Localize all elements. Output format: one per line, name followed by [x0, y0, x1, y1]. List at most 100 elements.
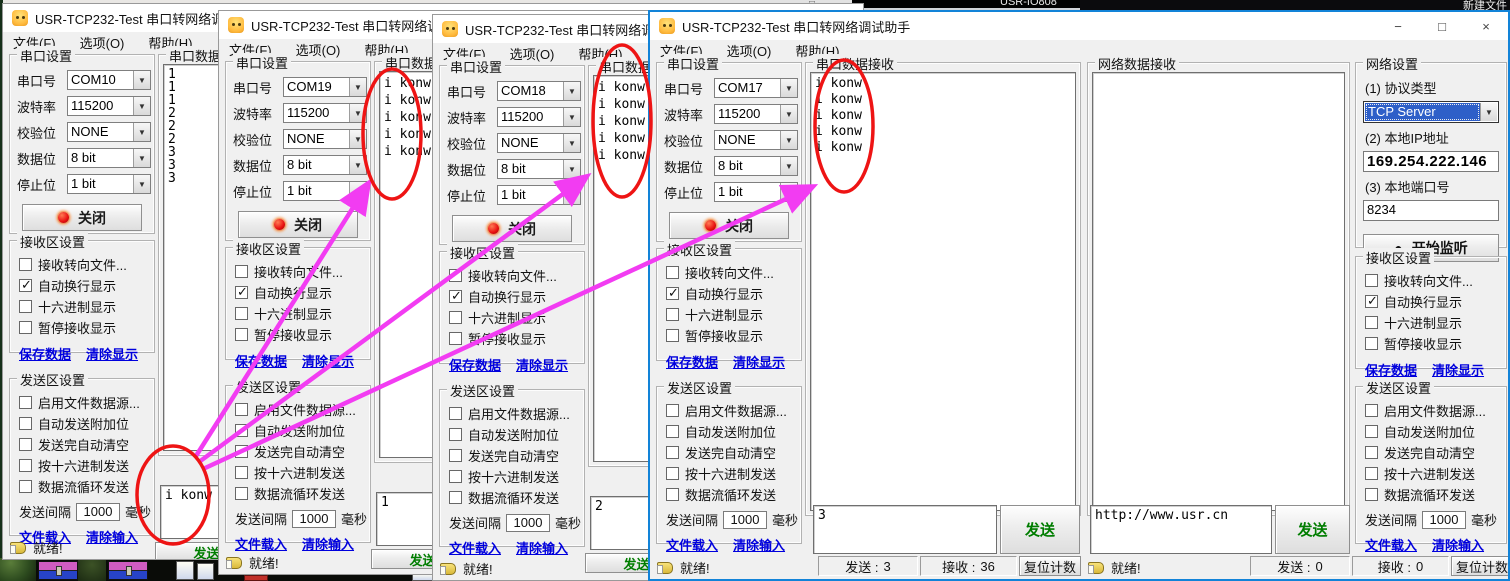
checkbox-icon[interactable]	[235, 403, 248, 416]
checkbox-icon[interactable]	[235, 466, 248, 479]
checkbox-receive-to-file[interactable]: 接收转向文件...	[440, 265, 584, 286]
checkbox-icon[interactable]	[449, 332, 462, 345]
checkbox-receive-to-file[interactable]: 接收转向文件...	[226, 261, 370, 282]
checkbox-icon[interactable]	[449, 470, 462, 483]
dropdown-arrow-icon[interactable]: ▼	[133, 149, 150, 167]
checkbox-receive-to-file[interactable]: 接收转向文件...	[10, 254, 154, 275]
checkbox-pause-receive[interactable]: 暂停接收显示	[440, 328, 584, 349]
save-data-link[interactable]: 保存数据	[235, 351, 287, 370]
dropdown-arrow-icon[interactable]: ▼	[133, 97, 150, 115]
parity-select[interactable]: NONE ▼	[67, 122, 151, 142]
checkbox-icon[interactable]	[1365, 488, 1378, 501]
checkbox-pause-receive[interactable]: 暂停接收显示	[226, 324, 370, 345]
baud-rate-select[interactable]: 115200 ▼	[67, 96, 151, 116]
checkbox-pause-receive[interactable]: 暂停接收显示	[10, 317, 154, 338]
serial-receive-area[interactable]: i konw i konw i konw i konw i konw	[810, 72, 1076, 511]
checkbox-pause-receive[interactable]: 暂停接收显示	[657, 325, 801, 346]
desktop-icon[interactable]	[197, 563, 214, 580]
checkbox-clear-after-send[interactable]: 发送完自动清空	[10, 434, 154, 455]
checkbox-pause-receive[interactable]: 暂停接收显示	[1356, 333, 1506, 354]
checkbox-icon[interactable]	[449, 449, 462, 462]
maximize-button[interactable]: □	[1420, 12, 1464, 40]
dropdown-arrow-icon[interactable]: ▼	[780, 79, 797, 97]
checkbox-loop-send[interactable]: 数据流循环发送	[1356, 484, 1506, 505]
load-file-link[interactable]: 文件载入	[449, 538, 501, 557]
window-titlebar[interactable]: USR-TCP232-Test 串口转网络调试助手 − □ ×	[650, 12, 1508, 40]
checkbox-auto-linefeed[interactable]: 自动换行显示	[1356, 291, 1506, 312]
checkbox-receive-to-file[interactable]: 接收转向文件...	[657, 262, 801, 283]
save-data-link[interactable]: 保存数据	[666, 352, 718, 371]
com-port-select[interactable]: COM10 ▼	[67, 70, 151, 90]
baud-rate-select[interactable]: 115200 ▼	[497, 107, 581, 127]
menu-options[interactable]: 选项(O)	[80, 33, 125, 52]
dropdown-arrow-icon[interactable]: ▼	[780, 157, 797, 175]
close-port-button[interactable]: 关闭	[238, 211, 358, 238]
parity-select[interactable]: NONE ▼	[283, 129, 367, 149]
checkbox-auto-linefeed[interactable]: 自动换行显示	[657, 283, 801, 304]
checkbox-send-as-hex[interactable]: 按十六进制发送	[440, 466, 584, 487]
dropdown-arrow-icon[interactable]: ▼	[133, 71, 150, 89]
checkbox-icon[interactable]	[19, 321, 32, 334]
close-port-button[interactable]: 关闭	[22, 204, 142, 231]
dropdown-arrow-icon[interactable]: ▼	[133, 175, 150, 193]
checkbox-clear-after-send[interactable]: 发送完自动清空	[226, 441, 370, 462]
checkbox-icon[interactable]	[449, 290, 462, 303]
clear-input-link[interactable]: 清除输入	[516, 538, 568, 557]
stop-bits-select[interactable]: 1 bit ▼	[67, 174, 151, 194]
parity-select[interactable]: NONE ▼	[714, 130, 798, 150]
save-data-link[interactable]: 保存数据	[449, 355, 501, 374]
clear-display-link[interactable]: 清除显示	[516, 355, 568, 374]
checkbox-file-data-source[interactable]: 启用文件数据源...	[1356, 400, 1506, 421]
com-port-select[interactable]: COM18 ▼	[497, 81, 581, 101]
send-interval-input[interactable]: 1000	[723, 511, 767, 529]
checkbox-file-data-source[interactable]: 启用文件数据源...	[440, 403, 584, 424]
checkbox-icon[interactable]	[449, 491, 462, 504]
send-interval-input[interactable]: 1000	[1422, 511, 1466, 529]
checkbox-icon[interactable]	[19, 300, 32, 313]
checkbox-icon[interactable]	[666, 308, 679, 321]
baud-rate-select[interactable]: 115200 ▼	[283, 103, 367, 123]
data-bits-select[interactable]: 8 bit ▼	[67, 148, 151, 168]
checkbox-icon[interactable]	[235, 265, 248, 278]
checkbox-icon[interactable]	[19, 279, 32, 292]
com-port-select[interactable]: COM17 ▼	[714, 78, 798, 98]
close-port-button[interactable]: 关闭	[452, 215, 572, 242]
checkbox-loop-send[interactable]: 数据流循环发送	[440, 487, 584, 508]
stop-bits-select[interactable]: 1 bit ▼	[714, 182, 798, 202]
checkbox-file-data-source[interactable]: 启用文件数据源...	[226, 399, 370, 420]
checkbox-auto-send-checksum[interactable]: 自动发送附加位	[657, 421, 801, 442]
checkbox-icon[interactable]	[19, 480, 32, 493]
dropdown-arrow-icon[interactable]: ▼	[563, 134, 580, 152]
dropdown-arrow-icon[interactable]: ▼	[563, 82, 580, 100]
checkbox-file-data-source[interactable]: 启用文件数据源...	[10, 392, 154, 413]
checkbox-icon[interactable]	[19, 438, 32, 451]
dropdown-arrow-icon[interactable]: ▼	[349, 182, 366, 200]
dropdown-arrow-icon[interactable]: ▼	[349, 130, 366, 148]
checkbox-auto-send-checksum[interactable]: 自动发送附加位	[440, 424, 584, 445]
dropdown-arrow-icon[interactable]: ▼	[1480, 103, 1497, 121]
save-data-link[interactable]: 保存数据	[19, 344, 71, 363]
desktop-icon[interactable]	[108, 561, 148, 580]
local-port-input[interactable]: 8234	[1363, 200, 1499, 221]
checkbox-icon[interactable]	[235, 286, 248, 299]
checkbox-icon[interactable]	[235, 445, 248, 458]
checkbox-auto-linefeed[interactable]: 自动换行显示	[440, 286, 584, 307]
checkbox-icon[interactable]	[666, 425, 679, 438]
stop-bits-select[interactable]: 1 bit ▼	[497, 185, 581, 205]
save-data-link[interactable]: 保存数据	[1365, 360, 1417, 379]
checkbox-clear-after-send[interactable]: 发送完自动清空	[657, 442, 801, 463]
checkbox-auto-linefeed[interactable]: 自动换行显示	[226, 282, 370, 303]
clear-input-link[interactable]: 清除输入	[1432, 535, 1484, 554]
checkbox-icon[interactable]	[235, 307, 248, 320]
checkbox-loop-send[interactable]: 数据流循环发送	[10, 476, 154, 497]
network-send-input[interactable]: http://www.usr.cn	[1090, 505, 1272, 554]
parity-select[interactable]: NONE ▼	[497, 133, 581, 153]
minimize-button[interactable]: −	[1376, 12, 1420, 40]
checkbox-icon[interactable]	[666, 287, 679, 300]
checkbox-icon[interactable]	[19, 396, 32, 409]
checkbox-hex-display[interactable]: 十六进制显示	[10, 296, 154, 317]
baud-rate-select[interactable]: 115200 ▼	[714, 104, 798, 124]
load-file-link[interactable]: 文件载入	[1365, 535, 1417, 554]
dropdown-arrow-icon[interactable]: ▼	[563, 108, 580, 126]
protocol-type-select[interactable]: TCP Server ▼	[1363, 101, 1499, 123]
